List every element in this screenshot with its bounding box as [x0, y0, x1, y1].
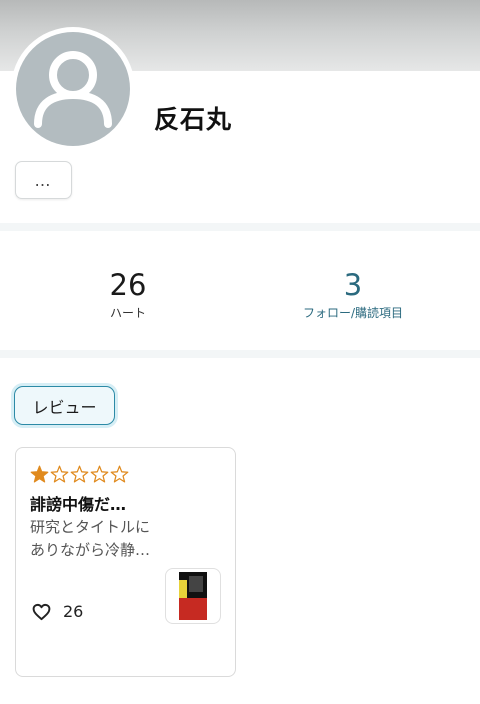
more-options-button[interactable]: … — [15, 161, 72, 199]
like-button[interactable]: 26 — [32, 602, 83, 621]
hearts-stat[interactable]: 26 ハート — [8, 266, 248, 321]
avatar[interactable] — [11, 27, 135, 151]
star-rating — [30, 465, 129, 484]
like-count: 26 — [63, 602, 84, 621]
book-cover-icon[interactable] — [165, 568, 221, 624]
tab-reviews[interactable]: レビュー — [14, 386, 115, 425]
section-divider — [0, 350, 480, 358]
star-empty-icon — [70, 465, 89, 483]
follow-stat[interactable]: 3 フォロー/購読項目 — [233, 266, 473, 321]
hearts-label: ハート — [109, 306, 146, 320]
review-excerpt-line: 研究とタイトルに — [30, 518, 151, 536]
username: 反石丸 — [154, 105, 233, 134]
section-divider — [0, 223, 480, 231]
star-filled-icon — [30, 465, 49, 483]
follow-label: フォロー/購読項目 — [302, 306, 404, 320]
follow-count: 3 — [343, 268, 363, 302]
user-placeholder-icon — [16, 32, 130, 146]
star-empty-icon — [110, 465, 129, 483]
review-excerpt: 研究とタイトルに ありながら冷静… — [30, 516, 180, 562]
review-title: 誹謗中傷だ… — [30, 495, 127, 514]
review-card[interactable]: 誹謗中傷だ… 研究とタイトルに ありながら冷静… 26 — [15, 447, 236, 677]
review-excerpt-line: ありながら冷静… — [30, 541, 151, 559]
heart-icon — [32, 603, 51, 620]
hearts-count: 26 — [109, 268, 147, 302]
star-empty-icon — [90, 465, 109, 483]
star-empty-icon — [50, 465, 69, 483]
